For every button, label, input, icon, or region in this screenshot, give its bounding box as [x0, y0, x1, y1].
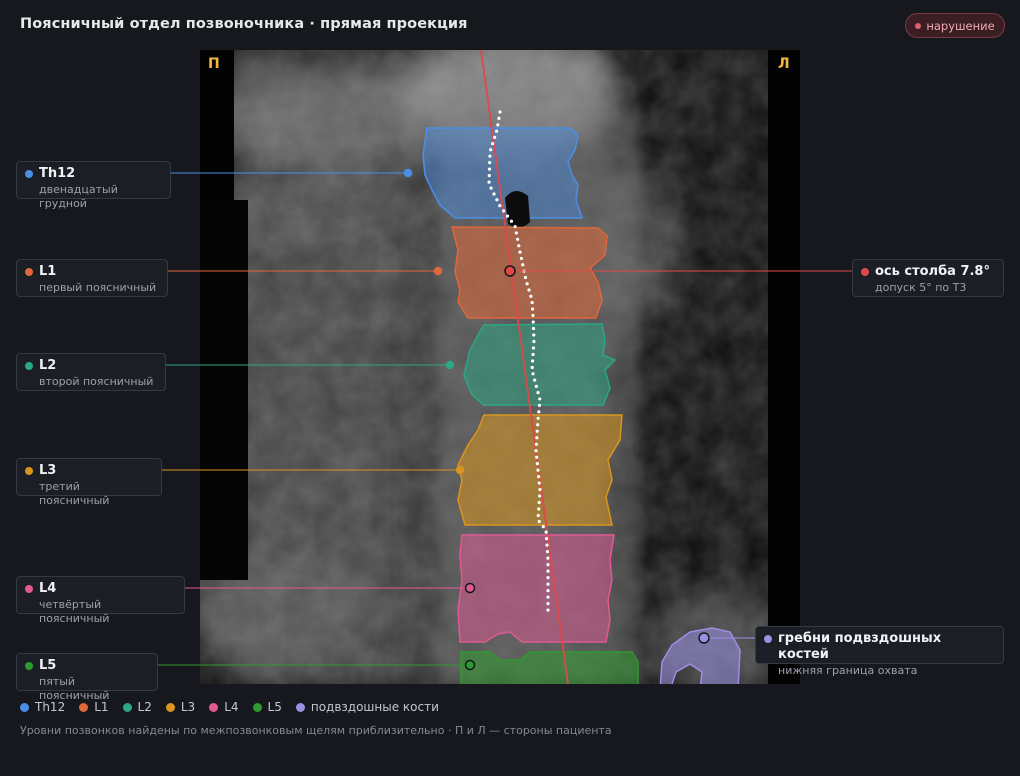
- vertebra-code: L1: [39, 264, 57, 279]
- status-badge-label: нарушение: [926, 18, 995, 33]
- iliac-crest-callout[interactable]: гребни подвздошных костей нижняя граница…: [755, 626, 1004, 677]
- xray-scan-graphic: [200, 50, 800, 684]
- th12-color-dot: [25, 170, 33, 178]
- axis-angle-callout[interactable]: ось столба 7.8° допуск 5° по Т3: [852, 259, 1004, 297]
- footnote: Уровни позвонков найдены по межпозвонков…: [20, 724, 612, 737]
- vertebra-code: L5: [39, 658, 57, 673]
- legend-label: Th12: [35, 700, 66, 714]
- vertebra-name: второй поясничный: [39, 375, 154, 388]
- legend-label: L4: [224, 700, 239, 714]
- iliac-crest-subtitle: нижняя граница охвата: [778, 664, 918, 677]
- legend-dot-icon: [79, 702, 89, 712]
- legend-dot-icon: [295, 702, 305, 712]
- vertebra-label-th12[interactable]: Th12 двенадцатый грудной: [16, 161, 171, 210]
- legend-label: L3: [180, 700, 196, 714]
- legend-item-iliac[interactable]: подвздошные кости: [295, 700, 439, 714]
- right-side-marker: П: [208, 56, 220, 72]
- legend-item-l4[interactable]: L4: [209, 700, 239, 714]
- vertebra-label-l5[interactable]: L5 пятый поясничный: [16, 653, 158, 702]
- legend-item-l5[interactable]: L5: [252, 700, 282, 714]
- legend: Th12 L1 L2 L3 L4 L5 подвздошные кости: [20, 700, 439, 714]
- vertebra-code: L3: [39, 463, 57, 478]
- l3-color-dot: [25, 467, 33, 475]
- left-side-marker: Л: [778, 56, 790, 72]
- legend-item-l1[interactable]: L1: [79, 700, 109, 714]
- vertebra-label-l4[interactable]: L4 четвёртый поясничный: [16, 576, 185, 625]
- legend-item-th12[interactable]: Th12: [20, 700, 65, 714]
- axis-tolerance: допуск 5° по Т3: [875, 281, 967, 294]
- l5-color-dot: [25, 662, 33, 670]
- axis-angle-value: ось столба 7.8°: [875, 264, 990, 279]
- legend-dot-icon: [20, 702, 29, 712]
- axis-color-dot: [861, 268, 869, 276]
- legend-dot-icon: [165, 702, 175, 712]
- legend-label: L1: [94, 700, 109, 714]
- legend-label: L5: [267, 700, 282, 714]
- legend-dot-icon: [122, 702, 132, 712]
- legend-dot-icon: [209, 702, 219, 712]
- legend-label: L2: [137, 700, 152, 714]
- iliac-color-dot: [764, 635, 772, 643]
- vertebra-code: L2: [39, 358, 57, 373]
- vertebra-label-l2[interactable]: L2 второй поясничный: [16, 353, 166, 391]
- legend-item-l2[interactable]: L2: [122, 700, 152, 714]
- vertebra-code: Th12: [39, 166, 76, 181]
- legend-dot-icon: [252, 702, 262, 712]
- alert-dot-icon: [915, 22, 922, 29]
- xray-image[interactable]: П Л: [200, 50, 800, 684]
- vertebra-label-l1[interactable]: L1 первый поясничный: [16, 259, 168, 297]
- vertebra-name: двенадцатый грудной: [39, 183, 118, 210]
- page-title: Поясничный отдел позвоночника · прямая п…: [20, 16, 468, 32]
- iliac-crest-title: гребни подвздошных костей: [778, 631, 942, 662]
- vertebra-name: третий поясничный: [39, 480, 110, 507]
- status-badge: нарушение: [905, 13, 1005, 38]
- l4-color-dot: [25, 585, 33, 593]
- vertebra-label-l3[interactable]: L3 третий поясничный: [16, 458, 162, 507]
- l1-color-dot: [25, 268, 33, 276]
- legend-item-l3[interactable]: L3: [165, 700, 196, 714]
- vertebra-code: L4: [39, 581, 57, 596]
- legend-label: подвздошные кости: [310, 700, 439, 714]
- l2-color-dot: [25, 362, 33, 370]
- vertebra-name: первый поясничный: [39, 281, 157, 294]
- vertebra-name: четвёртый поясничный: [39, 598, 110, 625]
- vertebra-name: пятый поясничный: [39, 675, 110, 702]
